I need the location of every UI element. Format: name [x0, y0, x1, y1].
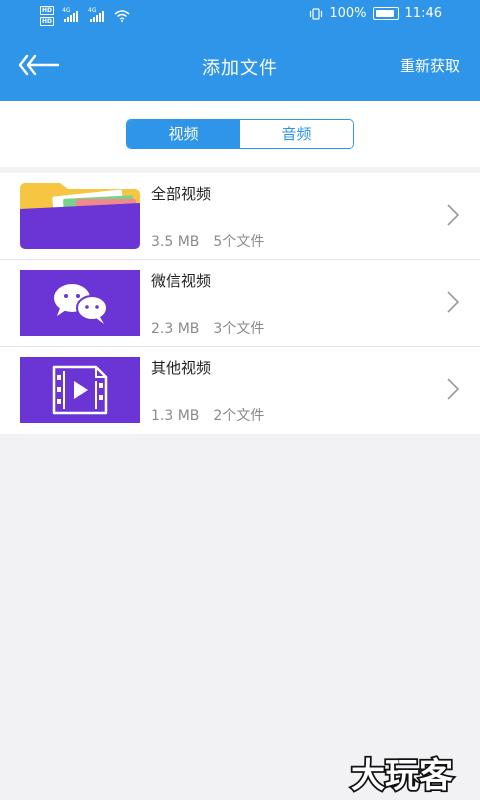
- item-meta: 1.3 MB 2个文件: [151, 405, 264, 425]
- item-count: 2个文件: [213, 408, 265, 424]
- chevron-right-icon: [447, 291, 460, 313]
- item-size: 2.3 MB: [151, 321, 200, 337]
- item-count: 3个文件: [213, 321, 265, 337]
- status-left: HD HD 4G 4G: [40, 6, 130, 26]
- tab-audio[interactable]: 音频: [240, 120, 353, 148]
- cell-signal-icon: 4G: [62, 7, 79, 22]
- item-size: 3.5 MB: [151, 234, 200, 250]
- hd-badges: HD HD: [40, 6, 55, 26]
- status-right: 100% 11:46: [309, 6, 442, 21]
- item-meta: 3.5 MB 5个文件: [151, 231, 264, 251]
- media-type-bar: 视频 音频: [0, 101, 480, 167]
- chevron-right-icon: [447, 204, 460, 226]
- video-folder-list: 全部视频 3.5 MB 5个文件 微信视频 2.3 MB 3个文件 其他视频 1…: [0, 173, 480, 434]
- item-title: 全部视频: [151, 185, 212, 203]
- item-meta: 2.3 MB 3个文件: [151, 318, 264, 338]
- top-bar: HD HD 4G 4G 100% 11:46 添加文件 重新获取: [0, 0, 480, 101]
- network-type: 4G: [88, 7, 97, 14]
- item-title: 其他视频: [151, 359, 212, 377]
- item-size: 1.3 MB: [151, 408, 200, 424]
- media-type-toggle: 视频 音频: [126, 119, 354, 149]
- battery-icon: [372, 7, 399, 20]
- title-bar: 添加文件 重新获取: [0, 30, 480, 101]
- status-bar: HD HD 4G 4G 100% 11:46: [0, 0, 480, 30]
- list-item-other-videos[interactable]: 其他视频 1.3 MB 2个文件: [0, 347, 480, 434]
- folder-icon: [20, 183, 140, 249]
- wifi-icon: [114, 10, 130, 22]
- cell-signal-icon: 4G: [88, 7, 105, 22]
- watermark-text: 大玩客: [351, 756, 453, 794]
- list-item-wechat-videos[interactable]: 微信视频 2.3 MB 3个文件: [0, 260, 480, 347]
- list-item-all-videos[interactable]: 全部视频 3.5 MB 5个文件: [0, 173, 480, 260]
- tab-video[interactable]: 视频: [127, 120, 240, 148]
- item-title: 微信视频: [151, 272, 212, 290]
- vibrate-icon: [310, 7, 323, 20]
- clock: 11:46: [404, 6, 442, 21]
- watermark-logo: 大玩客: [349, 754, 455, 794]
- hd-badge: HD: [40, 17, 55, 26]
- chevron-right-icon: [447, 378, 460, 400]
- network-type: 4G: [62, 7, 71, 14]
- battery-percent: 100%: [329, 6, 367, 21]
- wechat-icon: [20, 270, 140, 336]
- video-file-icon: [20, 357, 140, 423]
- hd-badge: HD: [40, 6, 55, 15]
- item-count: 5个文件: [213, 234, 265, 250]
- refresh-button[interactable]: 重新获取: [400, 55, 460, 76]
